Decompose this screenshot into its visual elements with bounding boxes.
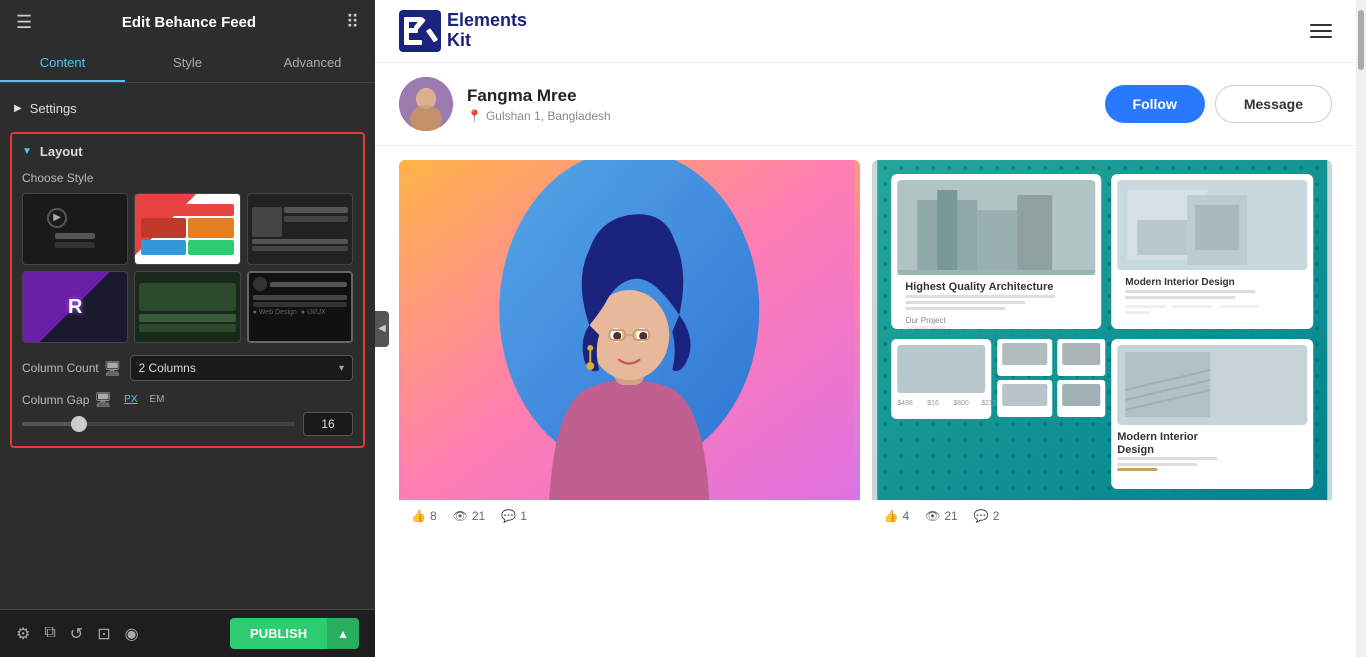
profile-location: 📍 Gulshan 1, Bangladesh [467, 109, 1091, 123]
panel-tabs: Content Style Advanced [0, 45, 375, 83]
svg-text:$215: $215 [981, 400, 997, 407]
settings-label: Settings [30, 101, 77, 116]
style-thumb-3[interactable] [247, 193, 353, 265]
top-navbar: Elements Kit [375, 0, 1356, 63]
card-image-1 [399, 160, 860, 500]
publish-button[interactable]: PUBLISH [230, 618, 327, 649]
stat-comments-2: 💬 2 [974, 509, 1000, 523]
collapse-handle[interactable]: ◀ [375, 311, 389, 347]
slider-row: 16 [22, 412, 353, 436]
like-icon-2: 👍 [884, 509, 899, 523]
monitor-gap-icon: 🖥 [94, 391, 112, 408]
style-grid: ▶ [22, 193, 353, 343]
footer-icons: ⚙ ⧉ ↺ ⊡ ◉ [16, 624, 139, 644]
choose-style-label: Choose Style [22, 171, 353, 185]
view-icon-2: 👁 [925, 509, 940, 523]
like-icon-1: 👍 [411, 509, 426, 523]
layout-section-header[interactable]: ▼ Layout [22, 144, 353, 159]
svg-text:$16: $16 [927, 400, 939, 407]
grid-icon[interactable]: ⠿ [346, 12, 359, 33]
preview-footer-icon[interactable]: ◉ [125, 624, 139, 644]
brand-logo: Elements Kit [399, 10, 527, 52]
comment-icon-1: 💬 [501, 509, 516, 523]
card-stats-1: 👍 8 👁 21 💬 1 [399, 500, 860, 531]
column-gap-slider[interactable] [22, 422, 295, 426]
avatar [399, 77, 453, 131]
chevron-down-icon: ▾ [339, 363, 344, 374]
comment-icon-2: 💬 [974, 509, 989, 523]
style-thumb-2[interactable] [134, 193, 240, 265]
style-thumb-4[interactable]: R [22, 271, 128, 343]
stat-views-1: 👁 21 [453, 509, 486, 523]
svg-text:Our Project: Our Project [905, 316, 946, 325]
slider-value[interactable]: 16 [303, 412, 353, 436]
svg-text:$800: $800 [953, 400, 969, 407]
settings-arrow-icon: ▶ [14, 103, 22, 114]
portfolio-card-2: Highest Quality Architecture Our Project… [872, 160, 1333, 531]
publish-arrow-button[interactable]: ▲ [327, 618, 359, 649]
settings-row[interactable]: ▶ Settings [0, 93, 375, 124]
scrollbar[interactable] [1356, 0, 1366, 657]
em-button[interactable]: EM [146, 392, 169, 407]
profile-actions: Follow Message [1105, 85, 1332, 123]
column-count-label: Column Count 🖥 [22, 360, 122, 377]
stat-views-2: 👁 21 [925, 509, 958, 523]
brand-icon [399, 10, 441, 52]
panel-body: ▶ Settings ▼ Layout Choose Style ▶ [0, 83, 375, 609]
portfolio-card-1: 👍 8 👁 21 💬 1 [399, 160, 860, 531]
panel-footer: ⚙ ⧉ ↺ ⊡ ◉ PUBLISH ▲ [0, 609, 375, 657]
layout-arrow-icon: ▼ [22, 146, 32, 157]
layout-label: Layout [40, 144, 83, 159]
svg-text:$498: $498 [897, 400, 913, 407]
message-button[interactable]: Message [1215, 85, 1332, 123]
main-content: Elements Kit Fangma Mree 📍 Gulshan 1, Ba… [375, 0, 1356, 657]
layout-section: ▼ Layout Choose Style ▶ [10, 132, 365, 448]
panel-title: Edit Behance Feed [122, 14, 256, 31]
panel-header: ☰ Edit Behance Feed ⠿ [0, 0, 375, 45]
stat-likes-1: 👍 8 [411, 509, 437, 523]
monitor-icon: 🖥 [104, 360, 122, 377]
column-count-row: Column Count 🖥 2 Columns ▾ [22, 355, 353, 381]
stat-comments-1: 💬 1 [501, 509, 527, 523]
location-pin-icon: 📍 [467, 109, 482, 123]
history-footer-icon[interactable]: ↺ [70, 624, 83, 644]
left-panel: ☰ Edit Behance Feed ⠿ Content Style Adva… [0, 0, 375, 657]
profile-section: Fangma Mree 📍 Gulshan 1, Bangladesh Foll… [375, 63, 1356, 146]
svg-text:Modern Interior Design: Modern Interior Design [1125, 277, 1234, 288]
px-button[interactable]: PX [120, 392, 141, 407]
tab-advanced[interactable]: Advanced [250, 45, 375, 82]
scroll-thumb[interactable] [1358, 10, 1364, 70]
svg-text:Modern Interior: Modern Interior [1117, 431, 1198, 443]
portfolio-grid: 👍 8 👁 21 💬 1 [375, 146, 1356, 545]
svg-text:Design: Design [1117, 444, 1154, 456]
responsive-footer-icon[interactable]: ⊡ [97, 624, 110, 644]
px-em-toggle: PX EM [120, 392, 168, 407]
card-stats-2: 👍 4 👁 21 💬 2 [872, 500, 1333, 531]
view-icon-1: 👁 [453, 509, 468, 523]
hamburger-menu-icon[interactable]: ☰ [16, 12, 32, 33]
column-gap-row: Column Gap 🖥 PX EM [22, 391, 353, 408]
profile-info: Fangma Mree 📍 Gulshan 1, Bangladesh [467, 86, 1091, 123]
layers-footer-icon[interactable]: ⧉ [44, 624, 55, 644]
column-gap-label: Column Gap 🖥 [22, 391, 112, 408]
brand-text: Elements Kit [447, 11, 527, 51]
style-thumb-1[interactable]: ▶ [22, 193, 128, 265]
follow-button[interactable]: Follow [1105, 85, 1205, 123]
stat-likes-2: 👍 4 [884, 509, 910, 523]
column-count-select[interactable]: 2 Columns ▾ [130, 355, 354, 381]
profile-name: Fangma Mree [467, 86, 1091, 106]
tab-content[interactable]: Content [0, 45, 125, 82]
style-thumb-5[interactable] [134, 271, 240, 343]
card-image-2: Highest Quality Architecture Our Project… [872, 160, 1333, 500]
tab-style[interactable]: Style [125, 45, 250, 82]
hamburger-nav-icon[interactable] [1310, 24, 1332, 38]
settings-footer-icon[interactable]: ⚙ [16, 624, 30, 644]
svg-text:Highest Quality Architecture: Highest Quality Architecture [905, 281, 1053, 293]
style-thumb-6[interactable]: ● Web Design ● UI/UX [247, 271, 353, 343]
publish-group: PUBLISH ▲ [230, 618, 359, 649]
